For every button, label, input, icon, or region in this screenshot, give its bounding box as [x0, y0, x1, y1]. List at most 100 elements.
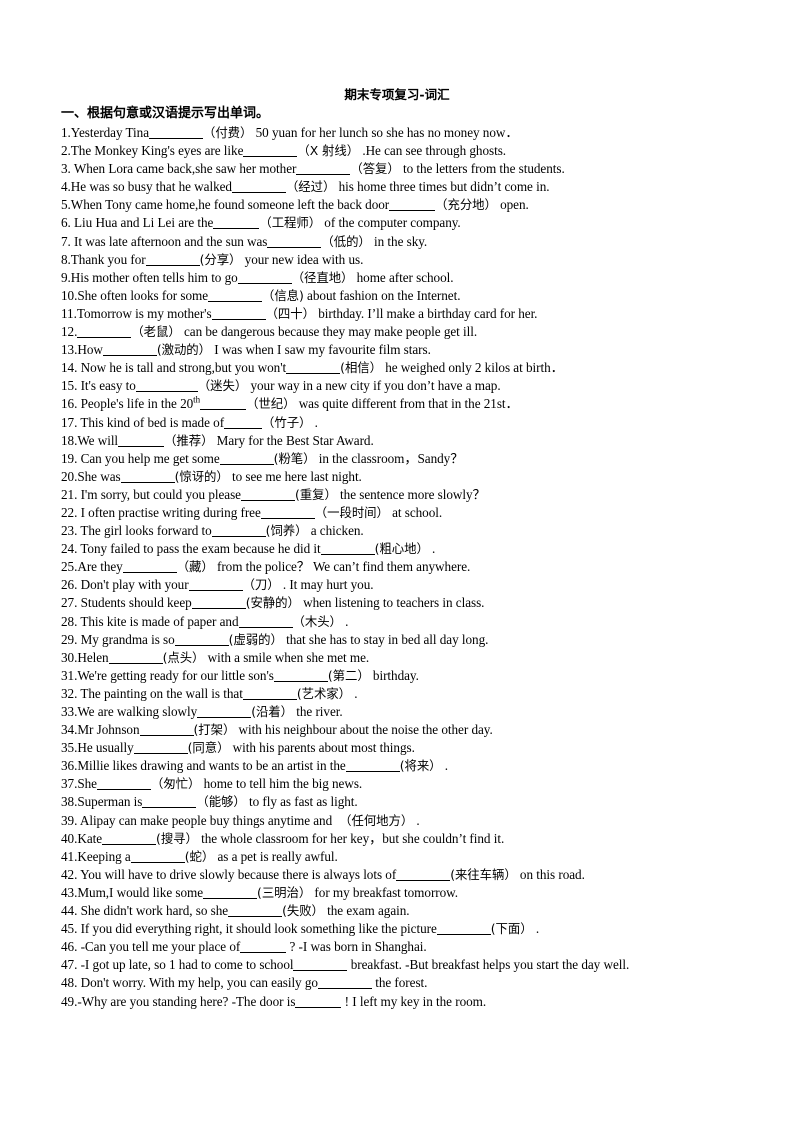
- question-text-after-blank: with a smile when she met me.: [204, 649, 370, 665]
- question-number: 33.: [61, 704, 78, 719]
- question-text-before-blank: We will: [77, 432, 119, 448]
- question-number: 43.: [61, 884, 78, 900]
- question-text-before-blank: She often looks for some: [77, 287, 208, 303]
- chinese-hint: (将来）: [399, 758, 442, 774]
- answer-blank[interactable]: [211, 525, 266, 538]
- chinese-hint: （任何地方）: [339, 812, 414, 828]
- question-text-before-blank: I'm sorry, but could you please: [80, 486, 241, 502]
- answer-blank[interactable]: [188, 579, 243, 592]
- answer-blank[interactable]: [197, 706, 252, 718]
- answer-blank[interactable]: [260, 507, 315, 519]
- answer-blank[interactable]: [243, 145, 298, 158]
- question-number: 27.: [61, 595, 81, 611]
- page-title: 期末专项复习-词汇: [344, 87, 450, 102]
- question-text-before-blank: He usually: [77, 740, 134, 756]
- answer-blank[interactable]: [96, 778, 151, 791]
- question-line: 26. Don't play with your （刀） . It may hur…: [61, 576, 761, 594]
- chinese-hint: (重复）: [294, 486, 337, 502]
- question-number: 10.: [61, 287, 78, 303]
- question-line: 24. Tony failed to pass the exam because…: [61, 540, 761, 558]
- question-line: 28. This kite is made of paper and （木头） .: [61, 613, 761, 631]
- answer-blank[interactable]: [118, 435, 165, 447]
- question-text-before-blank: -Why are you standing here? -The door is: [77, 993, 296, 1009]
- answer-blank[interactable]: [108, 652, 163, 664]
- question-text-after-blank: breakfast. -But breakfast helps you star…: [347, 957, 630, 973]
- chinese-hint: (打架）: [193, 722, 236, 738]
- answer-blank[interactable]: [396, 869, 451, 881]
- answer-blank[interactable]: [267, 236, 322, 248]
- answer-blank[interactable]: [295, 996, 342, 1008]
- answer-blank[interactable]: [240, 489, 295, 501]
- answer-blank[interactable]: [231, 181, 286, 194]
- answer-blank[interactable]: [122, 561, 177, 574]
- question-text-before-blank: Alipay can make people buy things anytim…: [79, 812, 333, 828]
- answer-blank[interactable]: [240, 941, 287, 954]
- answer-blank[interactable]: [242, 688, 297, 700]
- question-text-before-blank: Tony failed to pass the exam because he …: [80, 541, 321, 557]
- answer-blank[interactable]: [273, 670, 328, 682]
- answer-blank[interactable]: [133, 742, 188, 755]
- answer-blank[interactable]: [120, 471, 175, 483]
- question-text-after-blank: open.: [496, 197, 529, 213]
- question-line: 2.The Monkey King's eyes are like （X 射线） …: [61, 142, 761, 160]
- chinese-hint: (来往车辆）: [450, 866, 517, 882]
- question-text-before-blank: -I got up late, so 1 had to come to scho…: [80, 957, 294, 973]
- answer-blank[interactable]: [320, 543, 375, 556]
- answer-blank[interactable]: [142, 796, 197, 809]
- ordinal-superscript: th: [193, 395, 201, 406]
- question-text-before-blank: -Can you tell me your place of: [80, 939, 241, 955]
- answer-blank[interactable]: [145, 254, 200, 266]
- answer-blank[interactable]: [139, 724, 194, 737]
- answer-blank[interactable]: [174, 634, 229, 646]
- answer-blank[interactable]: [102, 344, 157, 357]
- chinese-hint: （X 射线）: [297, 143, 360, 159]
- question-number: 7.: [61, 233, 75, 249]
- answer-blank[interactable]: [130, 851, 185, 863]
- question-text-before-blank: Millie likes drawing and wants to be an …: [77, 758, 346, 774]
- answer-blank[interactable]: [317, 977, 372, 990]
- answer-blank[interactable]: [102, 833, 157, 845]
- question-text-after-blank: ? -I was born in Shanghai.: [286, 939, 427, 955]
- chinese-hint: （刀）: [242, 577, 280, 593]
- answer-blank[interactable]: [345, 760, 400, 773]
- answer-blank[interactable]: [293, 959, 348, 972]
- answer-blank[interactable]: [389, 199, 436, 212]
- question-number: 35.: [61, 740, 78, 756]
- answer-blank[interactable]: [135, 380, 198, 393]
- question-number: 38.: [61, 794, 78, 810]
- answer-blank[interactable]: [149, 127, 203, 139]
- chinese-hint: (虚弱的）: [228, 631, 283, 647]
- answer-blank[interactable]: [191, 597, 246, 610]
- question-number: 31.: [61, 667, 78, 683]
- chinese-hint: (安静的）: [245, 595, 300, 611]
- question-text-after-blank: .: [441, 758, 449, 774]
- answer-blank[interactable]: [436, 923, 491, 936]
- question-text-after-blank: he weighed only 2 kilos at birth．: [381, 360, 564, 376]
- question-text-before-blank: Mr Johnson: [77, 722, 140, 738]
- answer-blank[interactable]: [296, 163, 351, 176]
- question-number: 6.: [61, 215, 75, 231]
- answer-blank[interactable]: [286, 362, 341, 375]
- question-text-after-blank: a chicken.: [307, 523, 364, 539]
- answer-blank[interactable]: [200, 398, 247, 411]
- question-text-after-blank: .He can see through ghosts.: [359, 143, 507, 159]
- answer-blank[interactable]: [213, 217, 260, 230]
- answer-blank[interactable]: [238, 616, 293, 628]
- question-number: 42.: [61, 866, 81, 882]
- answer-blank[interactable]: [211, 308, 266, 320]
- question-text-before-blank: His mother often tells him to go: [70, 269, 238, 285]
- chinese-hint: (艺术家）: [296, 685, 351, 701]
- answer-blank[interactable]: [228, 905, 283, 918]
- question-text-after-blank: .: [341, 613, 349, 629]
- answer-blank[interactable]: [208, 290, 262, 302]
- answer-blank[interactable]: [203, 887, 258, 899]
- question-text-after-blank: .: [413, 812, 420, 828]
- question-text-before-blank: The girl looks forward to: [80, 523, 212, 539]
- answer-blank[interactable]: [77, 326, 132, 339]
- question-text-before-blank: Superman is: [77, 794, 143, 810]
- answer-blank[interactable]: [224, 417, 263, 429]
- answer-blank[interactable]: [219, 453, 274, 465]
- question-number: 9.: [61, 269, 71, 285]
- question-text-after-blank: I was when I saw my favourite film stars…: [211, 342, 431, 358]
- answer-blank[interactable]: [237, 272, 292, 284]
